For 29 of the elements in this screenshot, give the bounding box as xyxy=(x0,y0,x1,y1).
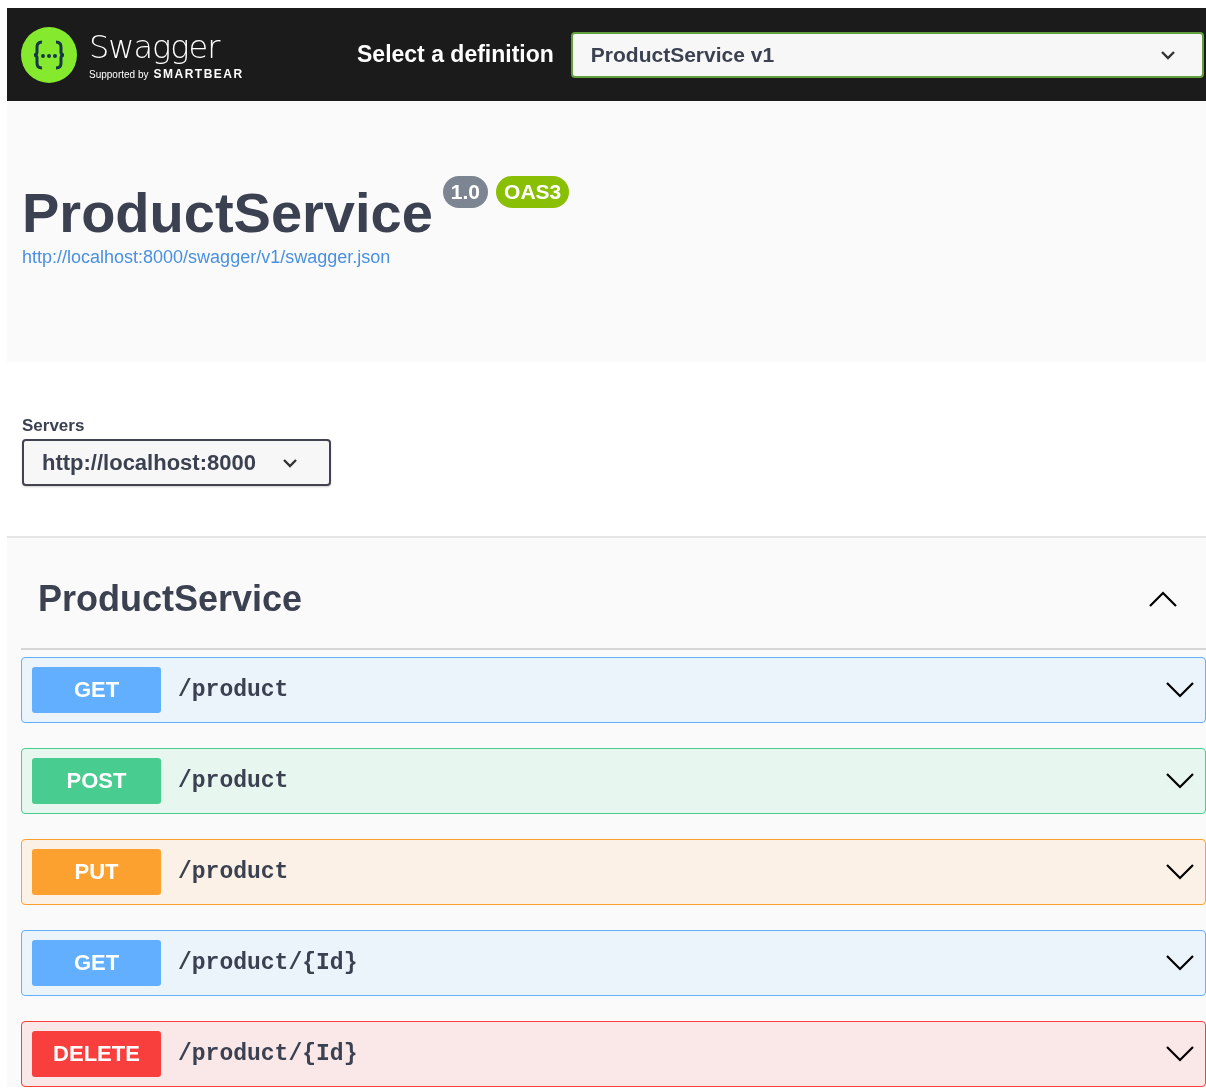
logo-tagline: Supported by xyxy=(89,68,149,80)
method-badge: GET xyxy=(32,940,161,986)
method-badge: GET xyxy=(32,667,161,713)
api-title: ProductService xyxy=(22,181,433,245)
endpoint-path: /product xyxy=(178,768,290,794)
operation-row[interactable]: POST /product xyxy=(21,748,1206,814)
method-badge: DELETE xyxy=(32,1031,161,1077)
operation-row[interactable]: PUT /product xyxy=(21,839,1206,905)
definition-label: Select a definition xyxy=(357,41,554,68)
servers-label: Servers xyxy=(22,416,85,436)
version-badge: 1.0 xyxy=(442,176,489,208)
operation-row[interactable]: DELETE /product/{Id} xyxy=(21,1021,1206,1087)
chevron-down-icon xyxy=(1160,49,1176,60)
logo-brand: SMARTBEAR xyxy=(153,66,244,81)
tag-header[interactable]: ProductService xyxy=(21,550,1206,650)
operation-row[interactable]: GET /product/{Id} xyxy=(21,930,1206,996)
spec-badge: OAS3 xyxy=(496,176,570,208)
endpoint-path: /product/{Id} xyxy=(178,1041,359,1067)
operation-row[interactable]: GET /product xyxy=(21,657,1206,723)
logo-name: Swagger xyxy=(89,28,221,65)
endpoint-path: /product/{Id} xyxy=(178,950,359,976)
definition-select[interactable]: ProductService v1 xyxy=(570,31,1204,78)
endpoint-path: /product xyxy=(178,859,290,885)
method-badge: PUT xyxy=(32,849,161,895)
method-badge: POST xyxy=(32,758,161,804)
logo-icon xyxy=(21,26,77,83)
endpoint-path: /product xyxy=(178,677,290,703)
server-select[interactable]: http://localhost:8000 xyxy=(22,439,331,486)
chevron-down-icon xyxy=(281,457,298,468)
